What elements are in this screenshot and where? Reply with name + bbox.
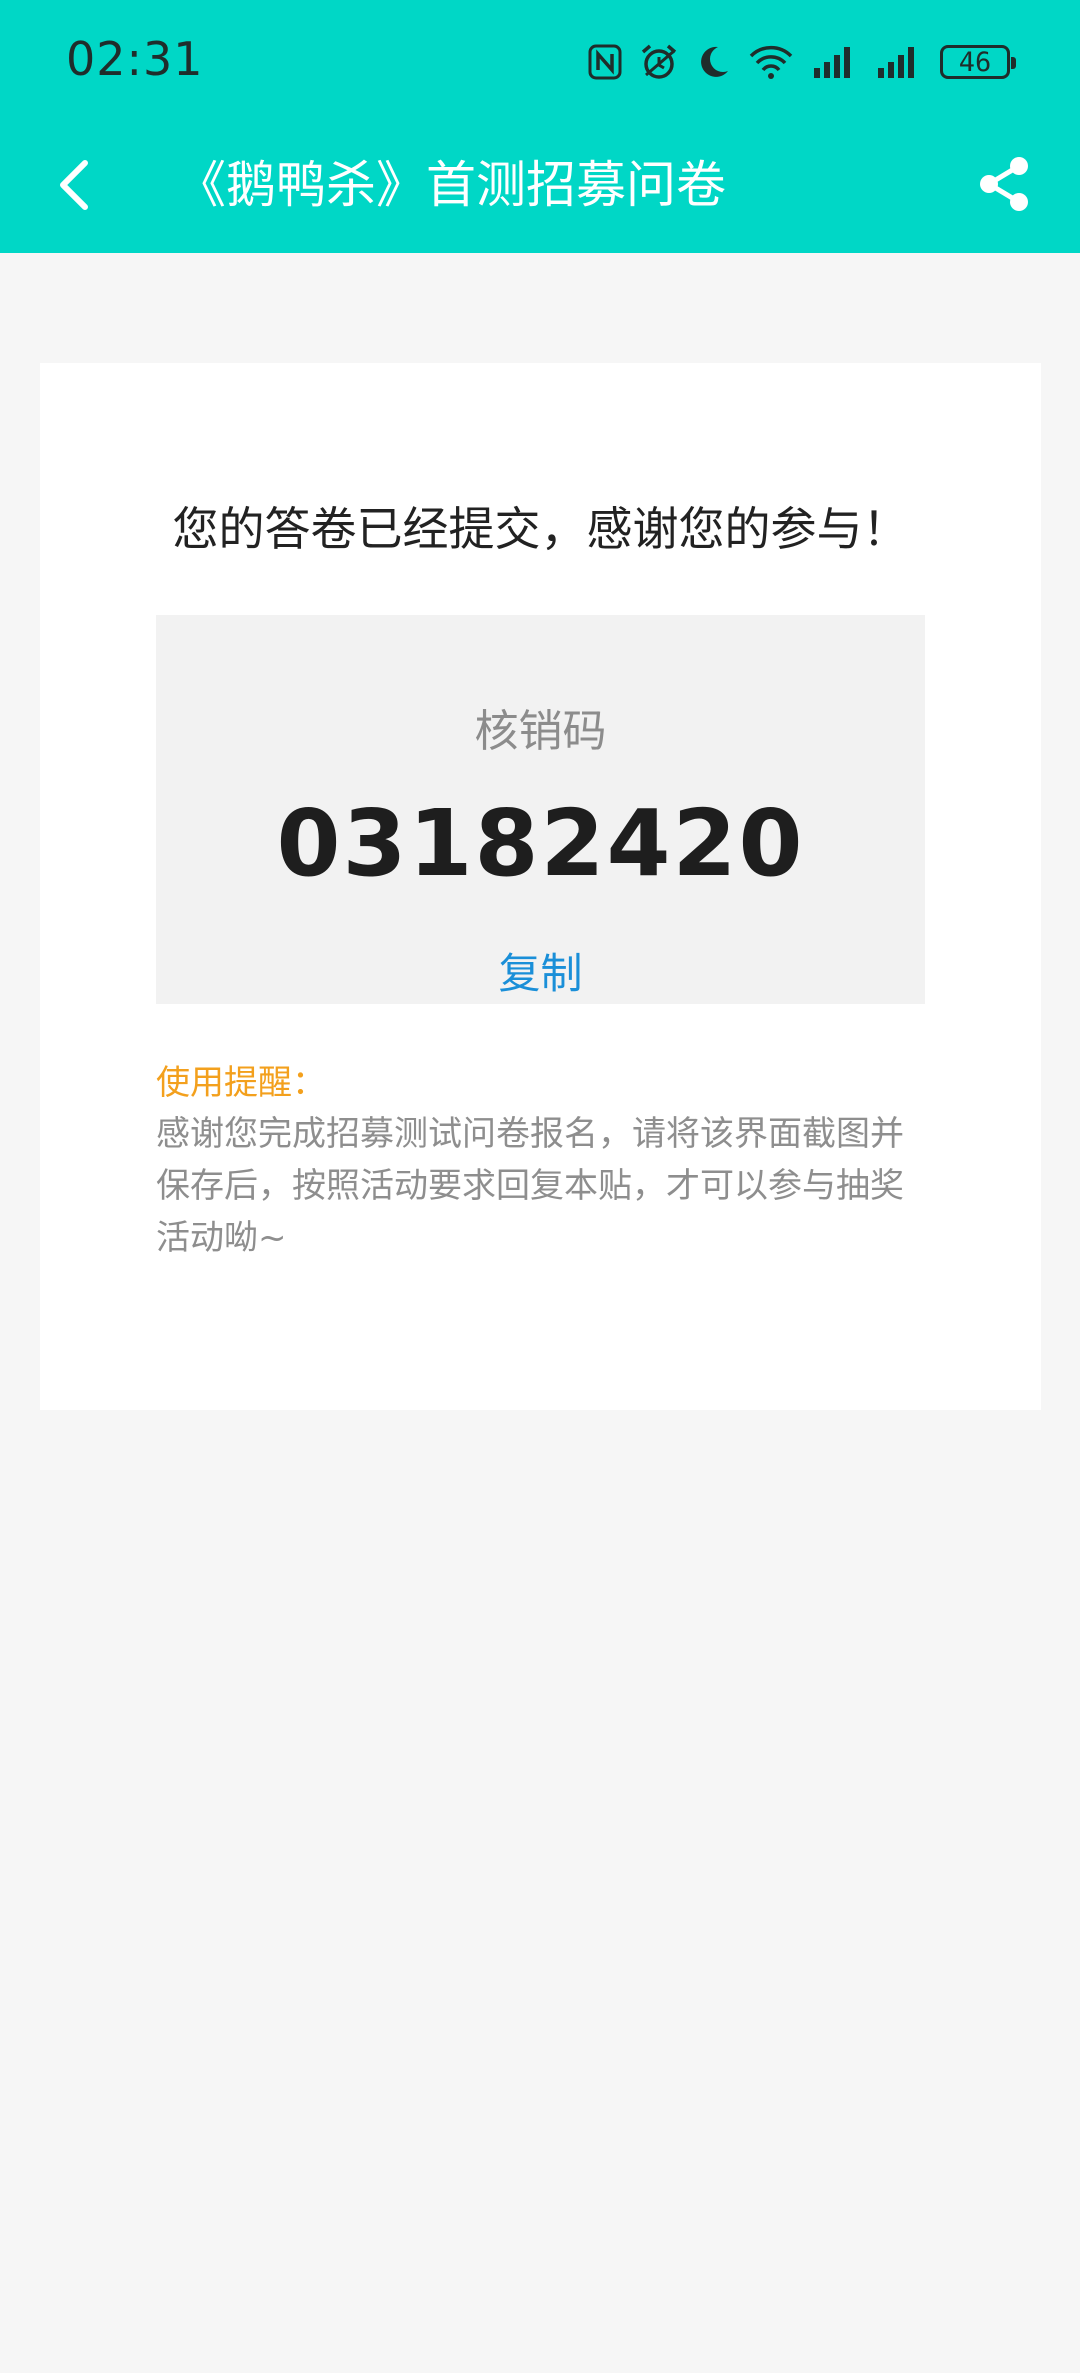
tip-title: 使用提醒： [156, 1063, 326, 1103]
submission-message: 您的答卷已经提交，感谢您的参与！ [172, 502, 909, 556]
battery-icon: 46 [940, 45, 1016, 79]
status-icons: 46 [588, 38, 1016, 86]
moon-icon [701, 46, 728, 77]
tip-body: 感谢您完成招募测试问卷报名，请将该界面截图并保存后，按照活动要求回复本贴，才可以… [156, 1114, 904, 1258]
signal-icon [878, 47, 914, 78]
back-button[interactable] [40, 150, 110, 220]
verification-code: 03182420 [276, 790, 805, 897]
app-header: 02:31 46 《鹅鸭杀》首测招募问卷 [0, 0, 1080, 253]
wifi-icon [749, 45, 793, 79]
code-label: 核销码 [474, 706, 607, 757]
signal-icon [814, 47, 850, 78]
verification-code-box: 核销码 03182420 复制 [156, 615, 925, 1004]
result-card: 您的答卷已经提交，感谢您的参与！ 核销码 03182420 复制 使用提醒： 感… [40, 363, 1041, 1410]
page-title: 《鹅鸭杀》首测招募问卷 [176, 156, 726, 214]
alarm-icon [641, 44, 677, 79]
nfc-icon [588, 44, 622, 80]
chevron-left-icon [60, 160, 88, 210]
share-button[interactable] [968, 148, 1040, 220]
share-icon [980, 157, 1028, 211]
status-time: 02:31 [66, 32, 204, 86]
copy-button[interactable]: 复制 [156, 940, 925, 1001]
battery-level: 46 [958, 46, 992, 78]
